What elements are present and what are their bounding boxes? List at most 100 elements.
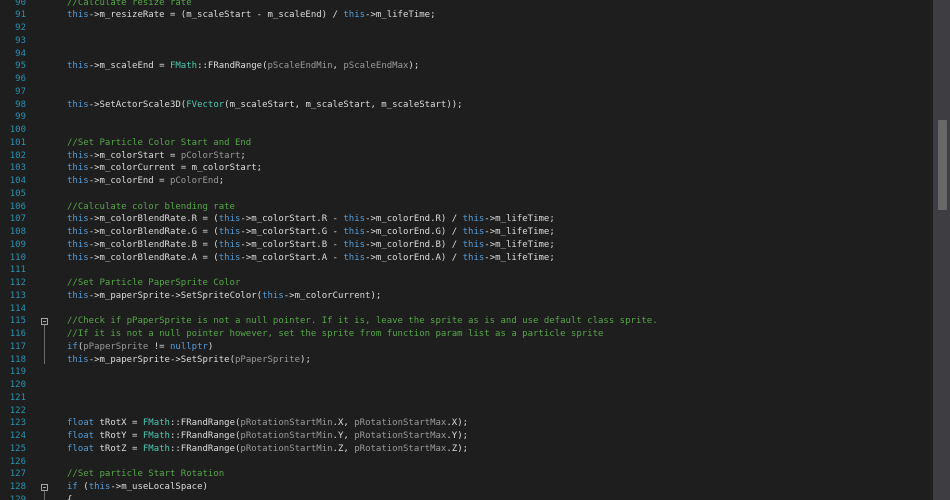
code-line[interactable]: float tRotZ = FMath::FRandRange(pRotatio… — [67, 443, 930, 456]
code-line[interactable] — [67, 73, 930, 86]
code-token: this — [462, 252, 485, 263]
line-number: 116 — [9, 329, 26, 339]
code-token: { — [67, 494, 73, 500]
code-token: .X); — [446, 418, 469, 429]
code-token: tRotY = — [94, 431, 143, 441]
code-token: FMath — [169, 61, 198, 72]
code-token: .Y); — [446, 431, 469, 441]
code-line[interactable] — [67, 405, 930, 418]
code-line[interactable]: //Check if pPaperSprite is not a null po… — [67, 315, 930, 328]
code-line[interactable]: this->m_resizeRate = (m_scaleStart - m_s… — [67, 9, 930, 22]
code-token: ->m_colorBlendRate.R = ( — [88, 214, 219, 225]
code-line[interactable]: //If it is not a null pointer however, s… — [67, 328, 930, 341]
line-number: 123 — [9, 418, 26, 429]
line-number: 121 — [9, 392, 26, 403]
code-line[interactable]: this->m_colorEnd = pColorEnd; — [67, 175, 930, 188]
code-token: float — [67, 431, 95, 441]
code-token: this — [218, 214, 241, 225]
code-line[interactable]: //Set Particle PaperSprite Color — [67, 277, 930, 290]
code-token: ->m_colorEnd.A) / — [365, 252, 463, 263]
line-number: 128 — [9, 482, 26, 492]
code-token: (m_scaleStart, m_scaleStart, m_scaleStar… — [224, 99, 463, 110]
code-token: this — [343, 214, 366, 225]
code-line[interactable]: this->m_paperSprite->SetSprite(pPaperSpr… — [67, 354, 930, 367]
line-number: 101 — [9, 137, 26, 148]
code-line[interactable]: this->m_colorBlendRate.R = (this->m_colo… — [67, 213, 930, 226]
code-line[interactable] — [67, 392, 930, 405]
line-number: 120 — [9, 380, 26, 390]
code-token: this — [67, 252, 89, 263]
code-line[interactable]: this->SetActorScale3D(FVector(m_scaleSta… — [67, 99, 930, 112]
code-token: ->m_lifeTime; — [484, 239, 555, 250]
code-line[interactable] — [67, 303, 930, 316]
code-token: ->m_colorStart.A - — [240, 252, 344, 263]
code-line[interactable] — [67, 456, 930, 469]
code-line[interactable] — [67, 124, 930, 137]
code-token: ->m_colorCurrent); — [283, 290, 382, 301]
code-line[interactable]: //Set Particle Color Start and End — [67, 137, 930, 150]
line-number: 97 — [15, 86, 26, 97]
code-line[interactable] — [67, 188, 930, 201]
fold-toggle-icon[interactable] — [41, 484, 48, 491]
code-token: ) — [207, 341, 214, 352]
code-line[interactable]: { — [67, 494, 930, 500]
code-token: pRotationStartMin — [240, 443, 333, 454]
code-token: this — [262, 290, 284, 301]
line-number: 108 — [9, 227, 26, 237]
code-token: if — [67, 482, 78, 492]
code-line[interactable]: this->m_colorBlendRate.A = (this->m_colo… — [67, 252, 930, 265]
code-token: ); — [408, 61, 420, 72]
code-token: this — [67, 354, 89, 365]
code-token: FMath — [142, 418, 170, 429]
code-token: .Y, — [332, 431, 355, 441]
code-line[interactable]: this->m_colorBlendRate.B = (this->m_colo… — [67, 239, 930, 252]
code-token: ::FRandRange( — [197, 61, 268, 72]
code-line[interactable] — [67, 22, 930, 35]
code-token: pColorStart — [180, 150, 241, 161]
code-line[interactable] — [67, 111, 930, 124]
line-number: 112 — [9, 278, 26, 288]
code-token: ->m_colorStart.R - — [240, 214, 344, 225]
code-line[interactable]: //Set particle Start Rotation — [67, 468, 930, 481]
code-line[interactable]: this->m_colorStart = pColorStart; — [67, 150, 930, 163]
code-token: ->m_paperSprite->SetSpriteColor( — [88, 290, 263, 301]
code-line[interactable] — [67, 48, 930, 61]
code-token: //Set particle Start Rotation — [67, 469, 225, 480]
code-token: pRotationStartMax — [354, 431, 447, 441]
code-line[interactable]: this->m_paperSprite->SetSpriteColor(this… — [67, 290, 930, 303]
code-token: this — [67, 290, 89, 301]
code-line[interactable]: //Calculate color blending rate — [67, 201, 930, 214]
code-editor[interactable]: 90//Calculate resize rate 91 this->m_resiz… — [0, 0, 950, 500]
code-line[interactable]: if (this->m_useLocalSpace) — [67, 481, 930, 494]
code-line[interactable] — [67, 264, 930, 277]
code-token: nullptr — [169, 341, 208, 352]
line-number: 99 — [15, 112, 26, 123]
code-line[interactable]: this->m_colorBlendRate.G = (this->m_colo… — [67, 226, 930, 239]
code-line[interactable]: //Calculate resize rate — [67, 0, 930, 10]
line-number: 118 — [9, 354, 26, 365]
code-token: //Set Particle PaperSprite Color — [67, 278, 241, 288]
line-number: 104 — [9, 176, 26, 186]
scrollbar-thumb[interactable] — [938, 120, 947, 210]
code-line[interactable] — [67, 379, 930, 392]
code-line[interactable]: this->m_colorCurrent = m_colorStart; — [67, 162, 930, 175]
code-line[interactable]: float tRotX = FMath::FRandRange(pRotatio… — [67, 417, 930, 430]
code-line[interactable]: if(pPaperSprite != nullptr) — [67, 341, 930, 354]
fold-toggle-icon[interactable] — [41, 318, 48, 326]
code-line[interactable] — [67, 35, 930, 48]
code-token: ->m_colorBlendRate.G = ( — [88, 227, 219, 237]
line-number: 98 — [15, 99, 26, 110]
code-token: ->m_paperSprite->SetSprite( — [88, 354, 235, 365]
line-number: 114 — [9, 303, 26, 314]
code-token: ->m_colorBlendRate.B = ( — [88, 239, 219, 250]
code-line[interactable] — [67, 86, 930, 99]
vertical-scrollbar[interactable] — [933, 0, 950, 500]
code-token: this — [67, 176, 89, 186]
code-token: .X, — [332, 418, 355, 429]
code-line[interactable]: this->m_scaleEnd = FMath::FRandRange(pSc… — [67, 60, 930, 73]
code-token: float — [67, 443, 95, 454]
code-line[interactable] — [67, 366, 930, 379]
code-line[interactable]: float tRotY = FMath::FRandRange(pRotatio… — [67, 430, 930, 443]
code-token: this — [343, 227, 366, 237]
code-token: pPaperSprite — [83, 341, 149, 352]
